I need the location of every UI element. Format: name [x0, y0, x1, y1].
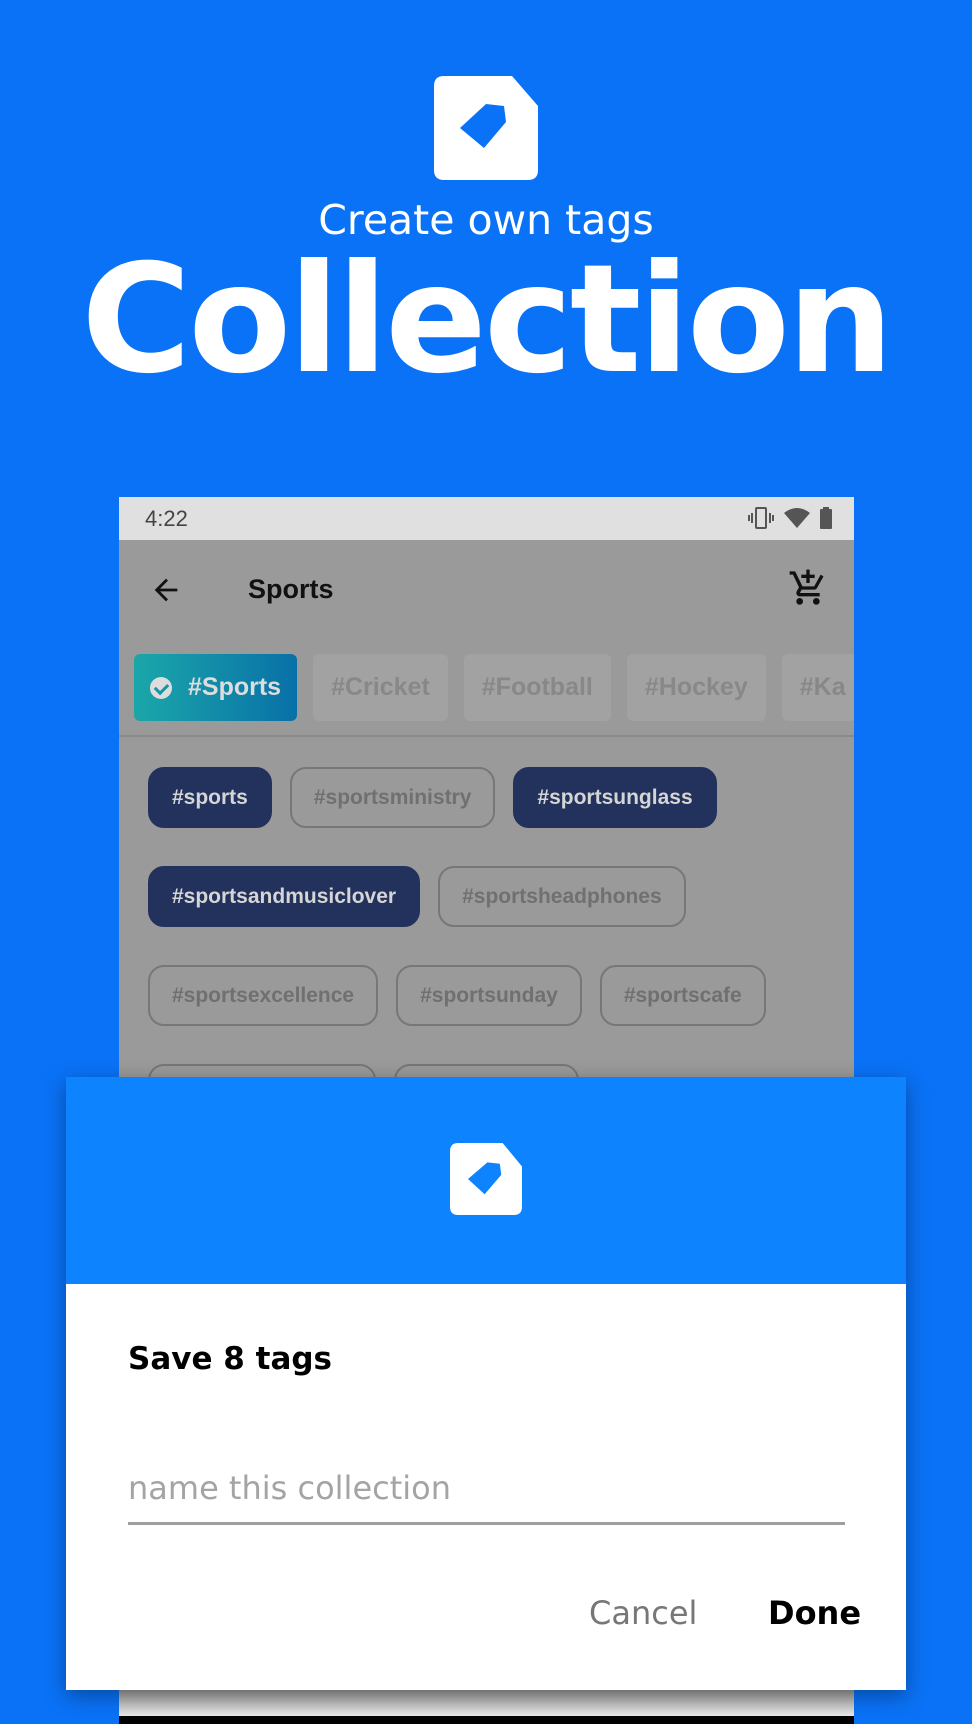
status-bar: 4:22: [119, 497, 854, 540]
save-collection-dialog: Save 8 tags Cancel Done: [66, 1077, 906, 1690]
dialog-header: [66, 1077, 906, 1284]
chip-label: #Ka: [799, 673, 846, 701]
navigation-bar: [119, 1716, 854, 1724]
category-chip-sports[interactable]: #Sports: [134, 654, 298, 721]
tag-chip[interactable]: #sportsexcellence: [148, 965, 379, 1026]
phone-bottom: [119, 1690, 854, 1716]
tag-chip[interactable]: #sportsministry: [289, 767, 496, 828]
category-chip-football[interactable]: #Football: [463, 654, 611, 721]
chip-label: #Hockey: [644, 673, 748, 701]
chip-label: #Football: [481, 673, 593, 701]
category-chips: #Sports #Cricket #Football #Hockey #Ka: [134, 654, 854, 721]
tag-chip[interactable]: #sportsandmusiclover: [148, 866, 421, 927]
divider: [119, 735, 854, 737]
tag-chip[interactable]: #sportscafe: [599, 965, 766, 1026]
tag-chip[interactable]: #sportsunday: [396, 965, 582, 1026]
status-time: 4:22: [145, 506, 188, 531]
chip-label: #Cricket: [331, 673, 430, 701]
collection-name-input[interactable]: [128, 1453, 845, 1525]
done-button[interactable]: Done: [768, 1594, 861, 1632]
screen-title: Sports: [248, 574, 334, 604]
wifi-icon: [784, 508, 810, 528]
hero-title: Collection: [81, 233, 894, 407]
category-chip-hockey[interactable]: #Hockey: [626, 654, 766, 721]
battery-icon: [820, 507, 832, 529]
tag-chip[interactable]: #sports: [148, 767, 272, 828]
arrow-left-icon[interactable]: [149, 573, 183, 607]
category-chip-cricket[interactable]: #Cricket: [313, 654, 448, 721]
cancel-button[interactable]: Cancel: [589, 1594, 697, 1632]
tag-file-icon: [450, 1143, 522, 1215]
tag-file-icon: [434, 76, 538, 180]
vibrate-icon: [748, 507, 774, 529]
add-to-cart-icon[interactable]: [788, 568, 828, 608]
chip-label: #Sports: [188, 673, 282, 701]
check-circle-icon: [150, 676, 172, 699]
tag-list: #sports #sportsministry #sportsunglass #…: [148, 767, 848, 1125]
tag-chip[interactable]: #sportsheadphones: [438, 866, 686, 927]
category-chip-ka[interactable]: #Ka: [781, 654, 854, 721]
tag-chip[interactable]: #sportsunglass: [513, 767, 717, 828]
dialog-title: Save 8 tags: [128, 1341, 333, 1377]
app-bar: Sports: [119, 540, 854, 645]
